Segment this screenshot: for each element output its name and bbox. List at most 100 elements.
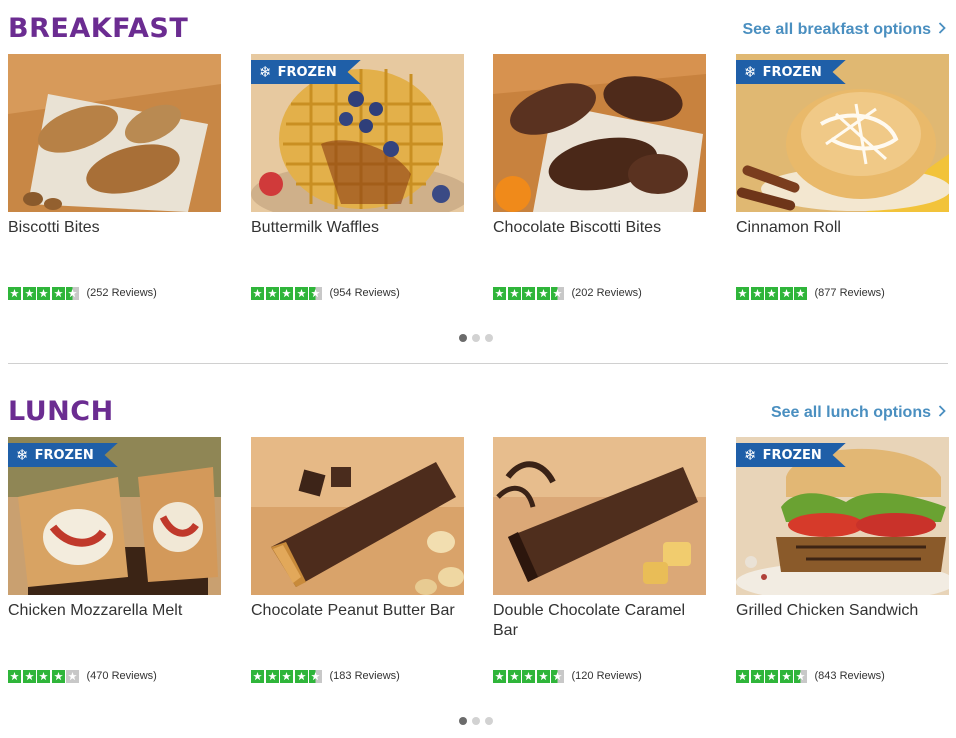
- reviews-count[interactable]: (252 Reviews): [87, 286, 157, 300]
- frozen-badge: ❄ FROZEN: [736, 60, 846, 84]
- star-icon: [22, 286, 36, 300]
- product-image[interactable]: [8, 54, 221, 212]
- star-icon: [280, 286, 293, 300]
- star-icon: [736, 669, 749, 683]
- reviews-count[interactable]: (843 Reviews): [815, 669, 885, 683]
- star-icon: [37, 286, 50, 300]
- star-rating: [736, 669, 809, 683]
- product-image[interactable]: ❄ FROZEN: [736, 54, 949, 212]
- star-icon: [522, 669, 535, 683]
- star-icon: [794, 286, 807, 300]
- product-name[interactable]: Double Chocolate Caramel Bar: [493, 601, 706, 643]
- product-image[interactable]: ❄ FROZEN: [8, 437, 221, 595]
- see-all-breakfast-label: See all breakfast options: [742, 21, 931, 38]
- see-all-lunch-link[interactable]: See all lunch options: [771, 403, 946, 423]
- carousel-dot-3[interactable]: [485, 334, 493, 342]
- product-card-cinnamon-roll[interactable]: ❄ FROZEN Cinnamon Roll (877 Reviews): [736, 54, 949, 300]
- star-icon: [294, 286, 308, 300]
- product-card-chicken-mozzarella-melt[interactable]: ❄ FROZEN Chicken Mozzarella Melt (470 Rev…: [8, 437, 221, 683]
- star-icon: [794, 669, 807, 683]
- star-icon: [736, 286, 749, 300]
- star-icon: [551, 286, 564, 300]
- star-icon: [265, 286, 279, 300]
- star-icon: [309, 669, 322, 683]
- product-card-biscotti-bites[interactable]: Biscotti Bites (252 Reviews): [8, 54, 221, 300]
- section-divider: [8, 363, 948, 364]
- star-icon: [37, 669, 50, 683]
- product-card-chocolate-biscotti-bites[interactable]: Chocolate Biscotti Bites (202 Reviews): [493, 54, 706, 300]
- product-name[interactable]: Chocolate Peanut Butter Bar: [251, 601, 464, 643]
- product-image[interactable]: [493, 437, 706, 595]
- reviews-count[interactable]: (954 Reviews): [330, 286, 400, 300]
- star-icon: [536, 669, 550, 683]
- frozen-label: FROZEN: [34, 447, 94, 463]
- rating: (183 Reviews): [251, 669, 400, 683]
- product-card-chocolate-peanut-butter-bar[interactable]: Chocolate Peanut Butter Bar (183 Reviews…: [251, 437, 464, 683]
- carousel-dot-3[interactable]: [485, 717, 493, 725]
- star-rating: [251, 669, 324, 683]
- star-icon: [765, 669, 778, 683]
- frozen-badge: ❄ FROZEN: [8, 443, 118, 467]
- star-rating: [493, 669, 566, 683]
- see-all-lunch-label: See all lunch options: [770, 404, 931, 421]
- star-rating: [251, 286, 324, 300]
- product-image[interactable]: [251, 437, 464, 595]
- product-image[interactable]: ❄ FROZEN: [736, 437, 949, 595]
- snowflake-icon: ❄: [16, 446, 29, 464]
- star-icon: [8, 669, 21, 683]
- star-rating: [8, 286, 81, 300]
- star-icon: [66, 286, 79, 300]
- reviews-count[interactable]: (120 Reviews): [572, 669, 642, 683]
- star-icon: [507, 669, 521, 683]
- product-name[interactable]: Chicken Mozzarella Melt: [8, 601, 221, 643]
- reviews-count[interactable]: (470 Reviews): [87, 669, 157, 683]
- breakfast-carousel-dots: [459, 334, 498, 342]
- product-image[interactable]: ❄ FROZEN: [251, 54, 464, 212]
- star-icon: [22, 669, 36, 683]
- star-icon: [493, 286, 506, 300]
- chevron-right-icon: [938, 20, 946, 40]
- product-card-buttermilk-waffles[interactable]: ❄ FROZEN Buttermilk Waffles (954 Reviews): [251, 54, 464, 300]
- breakfast-section: BREAKFAST See all breakfast options Bisc…: [8, 12, 949, 352]
- product-card-double-chocolate-caramel-bar[interactable]: Double Chocolate Caramel Bar (120 Review…: [493, 437, 706, 683]
- product-name[interactable]: Biscotti Bites: [8, 218, 221, 260]
- rating: (202 Reviews): [493, 286, 642, 300]
- star-icon: [294, 669, 308, 683]
- star-icon: [536, 286, 550, 300]
- product-name[interactable]: Chocolate Biscotti Bites: [493, 218, 706, 260]
- carousel-dot-2[interactable]: [472, 717, 480, 725]
- breakfast-heading: BREAKFAST: [8, 13, 189, 44]
- chevron-right-icon: [938, 403, 946, 423]
- reviews-count[interactable]: (877 Reviews): [815, 286, 885, 300]
- carousel-dot-1[interactable]: [459, 334, 467, 342]
- product-card-grilled-chicken-sandwich[interactable]: ❄ FROZEN Grilled Chicken Sandwich (843 Re…: [736, 437, 949, 683]
- frozen-badge: ❄ FROZEN: [251, 60, 361, 84]
- rating: (470 Reviews): [8, 669, 157, 683]
- product-image[interactable]: [493, 54, 706, 212]
- rating: (954 Reviews): [251, 286, 400, 300]
- reviews-count[interactable]: (183 Reviews): [330, 669, 400, 683]
- product-name[interactable]: Grilled Chicken Sandwich: [736, 601, 949, 643]
- product-name[interactable]: Buttermilk Waffles: [251, 218, 464, 260]
- star-icon: [309, 286, 322, 300]
- star-icon: [66, 669, 79, 683]
- lunch-heading: LUNCH: [8, 396, 114, 427]
- reviews-count[interactable]: (202 Reviews): [572, 286, 642, 300]
- star-icon: [265, 669, 279, 683]
- see-all-breakfast-link[interactable]: See all breakfast options: [742, 20, 946, 40]
- star-icon: [507, 286, 521, 300]
- carousel-dot-1[interactable]: [459, 717, 467, 725]
- star-icon: [779, 669, 793, 683]
- lunch-carousel-dots: [459, 717, 498, 725]
- rating: (877 Reviews): [736, 286, 885, 300]
- star-icon: [750, 286, 764, 300]
- product-name[interactable]: Cinnamon Roll: [736, 218, 949, 260]
- frozen-label: FROZEN: [277, 64, 337, 80]
- carousel-dot-2[interactable]: [472, 334, 480, 342]
- star-icon: [493, 669, 506, 683]
- rating: (120 Reviews): [493, 669, 642, 683]
- frozen-label: FROZEN: [762, 447, 822, 463]
- star-rating: [8, 669, 81, 683]
- frozen-label: FROZEN: [762, 64, 822, 80]
- rating: (843 Reviews): [736, 669, 885, 683]
